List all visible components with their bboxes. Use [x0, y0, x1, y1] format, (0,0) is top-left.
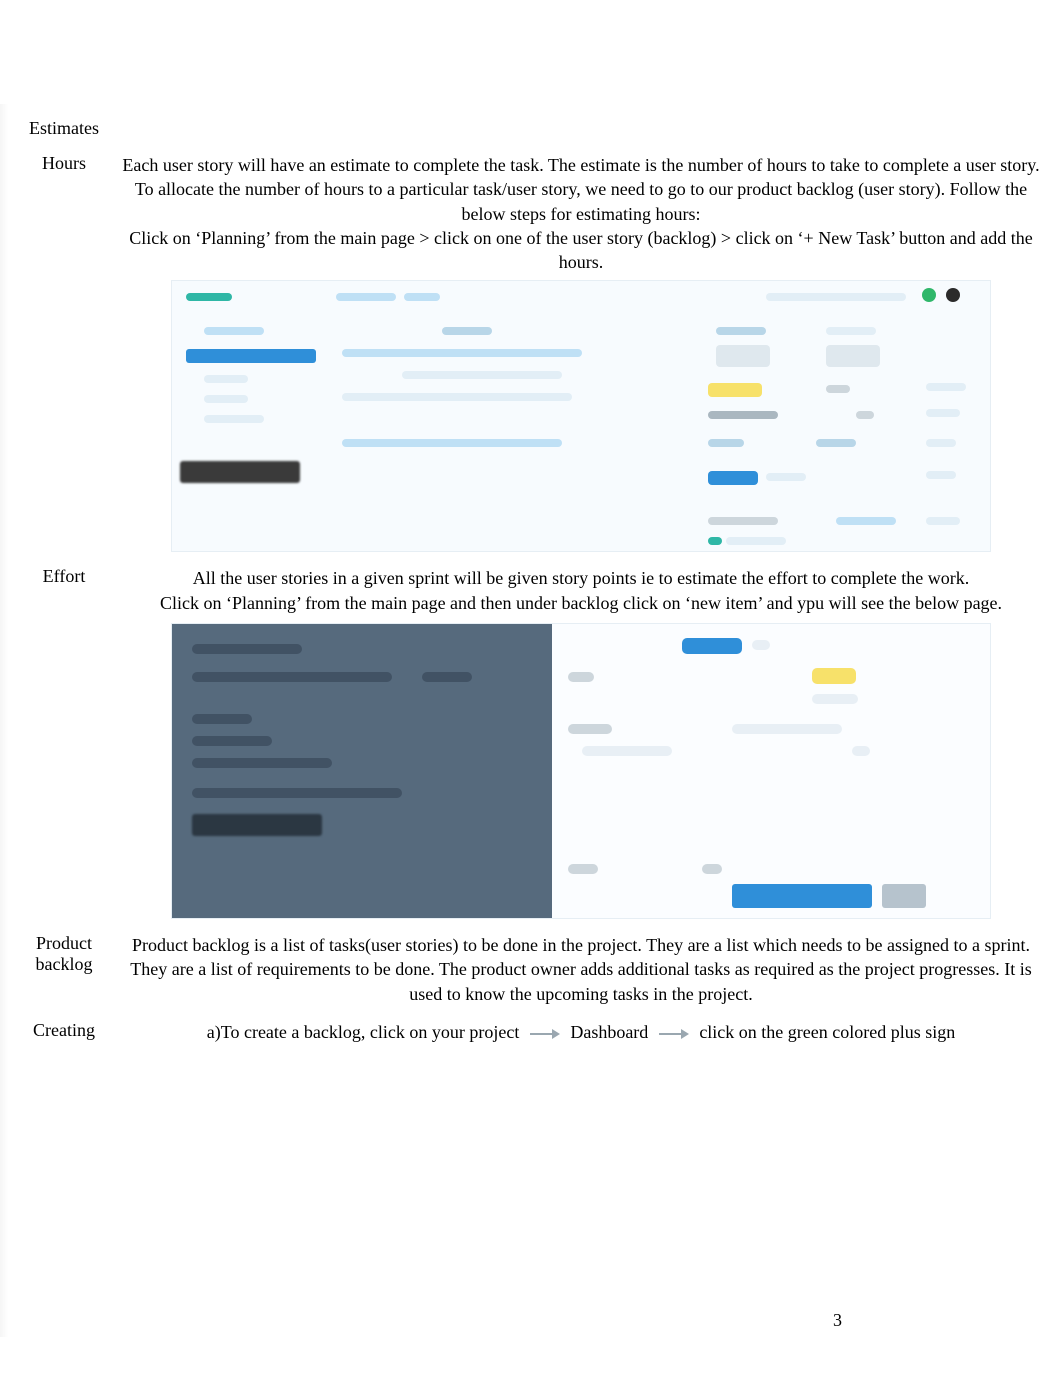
mock-element — [342, 393, 572, 401]
mock-element — [766, 293, 906, 301]
row-body-estimates — [114, 114, 1048, 143]
mock-element — [702, 864, 722, 874]
mock-element — [716, 327, 766, 335]
mock-element — [856, 411, 874, 419]
row-body-effort: All the user stories in a given sprint w… — [114, 562, 1048, 923]
row-body-product-backlog: Product backlog is a list of tasks(user … — [114, 929, 1048, 1010]
highlight-badge — [812, 668, 856, 684]
mock-selected-nav — [186, 349, 316, 363]
mock-element — [926, 439, 956, 447]
mock-element — [816, 439, 856, 447]
mock-element — [926, 517, 960, 525]
mock-element — [342, 439, 562, 447]
mock-element — [204, 395, 248, 403]
settings-dot-icon — [946, 288, 960, 302]
mock-element — [422, 672, 472, 682]
highlight-badge — [708, 383, 762, 397]
page-number: 3 — [833, 1310, 842, 1331]
mock-element — [568, 864, 598, 874]
row-label-effort: Effort — [14, 562, 114, 923]
row-label-hours: Hours — [14, 149, 114, 556]
mock-element — [336, 293, 396, 301]
mock-element — [442, 327, 492, 335]
row-label-creating: Creating — [14, 1016, 114, 1048]
mock-element — [192, 736, 272, 746]
creating-text-c: click on the green colored plus sign — [699, 1022, 955, 1042]
mock-element — [192, 758, 332, 768]
row-body-hours: Each user story will have an estimate to… — [114, 149, 1048, 556]
mock-element — [192, 714, 252, 724]
hours-paragraph-1: Each user story will have an estimate to… — [122, 153, 1040, 177]
mock-element — [852, 746, 870, 756]
mock-element — [192, 672, 392, 682]
mock-element — [708, 537, 722, 545]
row-label-product-backlog: Product backlog — [14, 929, 114, 1010]
mock-element — [708, 411, 778, 419]
mock-element — [568, 672, 594, 682]
arrow-right-icon — [530, 1027, 560, 1041]
mock-element — [192, 788, 402, 798]
creating-text-b: Dashboard — [570, 1022, 648, 1042]
mock-element — [812, 694, 858, 704]
row-label-estimates: Estimates — [14, 114, 114, 143]
redacted-region — [192, 814, 322, 836]
mock-element — [836, 517, 896, 525]
mock-element — [568, 724, 612, 734]
mock-button — [708, 471, 758, 485]
mock-button — [682, 638, 742, 654]
mock-element — [826, 345, 880, 367]
mock-element — [404, 293, 440, 301]
mock-element — [732, 724, 842, 734]
screenshot-new-item — [171, 623, 991, 919]
mock-element — [204, 327, 264, 335]
mock-element — [708, 439, 744, 447]
mock-element — [926, 471, 956, 479]
mock-element — [826, 327, 876, 335]
avatar-icon — [922, 288, 936, 302]
row-body-creating: a)To create a backlog, click on your pro… — [114, 1016, 1048, 1048]
mock-element — [752, 640, 770, 650]
redacted-region — [180, 461, 300, 483]
page-shadow — [0, 104, 8, 1337]
hours-paragraph-3: Click on ‘Planning’ from the main page >… — [122, 226, 1040, 275]
mock-element — [402, 371, 562, 379]
screenshot-planning-task — [171, 280, 991, 552]
mock-element — [186, 293, 232, 301]
mock-element — [708, 517, 778, 525]
mock-element — [766, 473, 806, 481]
mock-element — [204, 375, 248, 383]
mock-element — [342, 349, 582, 357]
arrow-right-icon — [659, 1027, 689, 1041]
effort-paragraph-1: All the user stories in a given sprint w… — [122, 566, 1040, 590]
mock-element — [192, 644, 302, 654]
mock-element — [582, 746, 672, 756]
mock-element — [826, 385, 850, 393]
mock-element — [926, 409, 960, 417]
primary-action-button — [732, 884, 872, 908]
mock-element — [926, 383, 966, 391]
mock-element — [716, 345, 770, 367]
label-line: Product — [36, 933, 92, 953]
effort-paragraph-2: Click on ‘Planning’ from the main page a… — [122, 591, 1040, 615]
content-table: Estimates Hours Each user story will hav… — [14, 108, 1048, 1054]
mock-element — [726, 537, 786, 545]
mock-element — [204, 415, 264, 423]
secondary-action-button — [882, 884, 926, 908]
creating-text-a: a)To create a backlog, click on your pro… — [207, 1022, 520, 1042]
label-line: backlog — [36, 954, 93, 974]
hours-paragraph-2: To allocate the number of hours to a par… — [122, 177, 1040, 226]
